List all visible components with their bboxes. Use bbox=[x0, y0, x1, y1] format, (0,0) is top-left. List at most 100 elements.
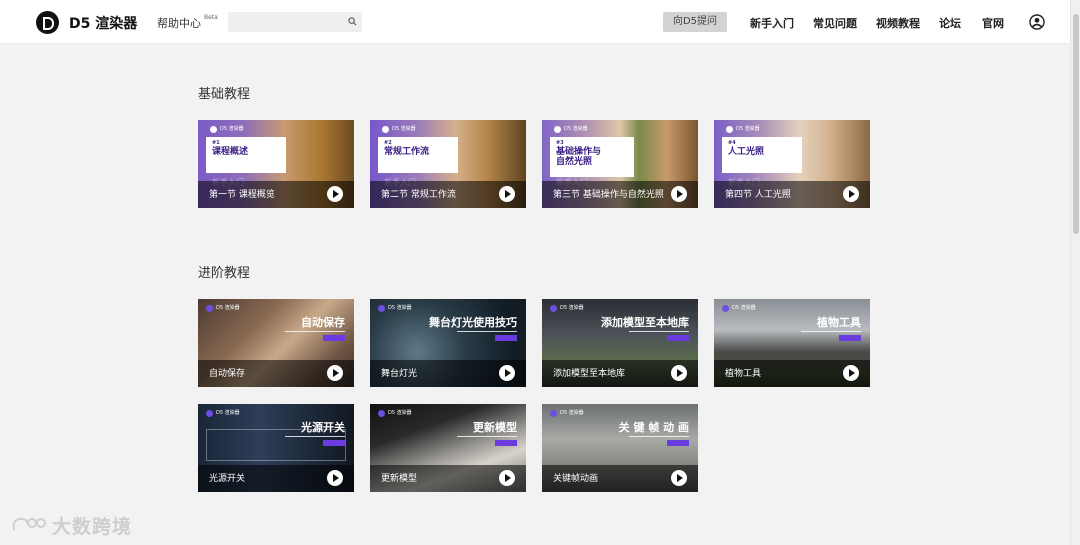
card-number: #4 bbox=[728, 140, 736, 146]
beta-badge: Beta bbox=[204, 14, 218, 21]
nav-video-tutorials[interactable]: 视频教程 bbox=[876, 15, 920, 31]
card-number: #3 bbox=[556, 140, 564, 146]
play-icon[interactable] bbox=[327, 470, 343, 486]
brand-name[interactable]: D5 渲染器 bbox=[69, 13, 137, 33]
basic-card-1[interactable]: D5 渲染器 #1 课程概述 新手入门 第一节 课程概览 bbox=[198, 120, 354, 208]
card-brand: D5 渲染器 bbox=[564, 126, 588, 132]
advanced-card-add-model[interactable]: D5 渲染器 添加模型至本地库 添加模型至本地库 bbox=[542, 299, 698, 387]
card-label: 舞台灯光 bbox=[381, 369, 418, 379]
basic-tutorials-heading: 基础教程 bbox=[198, 87, 251, 102]
user-icon[interactable] bbox=[1029, 14, 1045, 30]
card-tag bbox=[839, 335, 861, 341]
title-underline bbox=[457, 436, 517, 437]
card-label: 添加模型至本地库 bbox=[553, 369, 626, 379]
play-icon[interactable] bbox=[671, 470, 687, 486]
card-title: 植物工具 bbox=[817, 316, 861, 329]
card-brand: D5 渲染器 bbox=[388, 410, 412, 416]
card-label: 第四节 人工光照 bbox=[725, 190, 791, 200]
title-underline bbox=[629, 331, 689, 332]
title-underline bbox=[285, 331, 345, 332]
card-label: 更新模型 bbox=[381, 474, 418, 484]
card-label: 第三节 基础操作与自然光照 bbox=[553, 190, 664, 200]
d5-logo-icon bbox=[378, 410, 385, 417]
card-title: 自动保存 bbox=[301, 316, 345, 329]
play-icon[interactable] bbox=[499, 365, 515, 381]
scrollbar-thumb[interactable] bbox=[1073, 14, 1079, 234]
basic-card-4[interactable]: D5 渲染器 #4 人工光照 新手入门 第四节 人工光照 bbox=[714, 120, 870, 208]
card-title-panel: #2 常规工作流 bbox=[378, 137, 458, 173]
card-brand: D5 渲染器 bbox=[216, 410, 240, 416]
card-tag bbox=[495, 335, 517, 341]
d5-logo-icon bbox=[550, 410, 557, 417]
play-icon[interactable] bbox=[671, 365, 687, 381]
advanced-card-update-model[interactable]: D5 渲染器 更新模型 更新模型 bbox=[370, 404, 526, 492]
card-title: 人工光照 bbox=[728, 147, 765, 157]
advanced-card-stage-lighting[interactable]: D5 渲染器 舞台灯光使用技巧 舞台灯光 bbox=[370, 299, 526, 387]
card-tag bbox=[667, 335, 689, 341]
card-tag bbox=[495, 440, 517, 446]
card-brand: D5 渲染器 bbox=[736, 126, 760, 132]
d5-logo-icon bbox=[726, 126, 733, 133]
play-icon[interactable] bbox=[843, 186, 859, 202]
title-underline bbox=[457, 331, 517, 332]
nav-forum[interactable]: 论坛 bbox=[939, 15, 961, 31]
card-title-panel: #1 课程概述 bbox=[206, 137, 286, 173]
card-label: 光源开关 bbox=[209, 474, 246, 484]
search-input[interactable] bbox=[228, 12, 362, 32]
search-icon[interactable] bbox=[348, 17, 357, 26]
d5-logo-icon bbox=[206, 305, 213, 312]
advanced-tutorials-heading: 进阶教程 bbox=[198, 266, 251, 281]
advanced-card-autosave[interactable]: D5 渲染器 自动保存 自动保存 bbox=[198, 299, 354, 387]
card-title: 课程概述 bbox=[212, 147, 249, 157]
d5-logo-icon[interactable] bbox=[36, 11, 59, 34]
top-header: D5 渲染器 帮助中心 Beta 向D5提问 新手入门 常见问题 视频教程 论坛… bbox=[0, 0, 1070, 44]
page-scrollbar[interactable] bbox=[1070, 0, 1080, 545]
play-icon[interactable] bbox=[843, 365, 859, 381]
card-brand: D5 渲染器 bbox=[388, 305, 412, 311]
d5-logo-icon bbox=[554, 126, 561, 133]
d5-logo-icon bbox=[382, 126, 389, 133]
nav-beginner[interactable]: 新手入门 bbox=[750, 15, 794, 31]
advanced-card-light-switch[interactable]: D5 渲染器 光源开关 光源开关 bbox=[198, 404, 354, 492]
card-title: 关 键 帧 动 画 bbox=[618, 421, 689, 434]
card-title: 基础操作与自然光照 bbox=[556, 147, 602, 167]
title-underline bbox=[801, 331, 861, 332]
ask-d5-button[interactable]: 向D5提问 bbox=[663, 12, 727, 32]
card-number: #2 bbox=[384, 140, 392, 146]
play-icon[interactable] bbox=[327, 365, 343, 381]
watermark-logo-icon bbox=[12, 517, 46, 531]
title-underline bbox=[629, 436, 689, 437]
d5-logo-icon bbox=[210, 126, 217, 133]
advanced-card-plant-tool[interactable]: D5 渲染器 植物工具 植物工具 bbox=[714, 299, 870, 387]
play-icon[interactable] bbox=[671, 186, 687, 202]
card-number: #1 bbox=[212, 140, 220, 146]
card-label: 关键帧动画 bbox=[553, 474, 599, 484]
card-label: 第二节 常规工作流 bbox=[381, 190, 456, 200]
card-tag bbox=[323, 335, 345, 341]
help-center-link[interactable]: 帮助中心 bbox=[157, 15, 201, 31]
card-brand: D5 渲染器 bbox=[560, 410, 584, 416]
play-icon[interactable] bbox=[499, 186, 515, 202]
play-icon[interactable] bbox=[499, 470, 515, 486]
card-title-panel: #4 人工光照 bbox=[722, 137, 802, 173]
card-label: 自动保存 bbox=[209, 369, 246, 379]
card-label: 植物工具 bbox=[725, 369, 762, 379]
d5-logo-icon bbox=[206, 410, 213, 417]
card-brand: D5 渲染器 bbox=[560, 305, 584, 311]
card-tag bbox=[667, 440, 689, 446]
card-title: 舞台灯光使用技巧 bbox=[429, 316, 517, 329]
nav-faq[interactable]: 常见问题 bbox=[813, 15, 857, 31]
advanced-card-keyframe-animation[interactable]: D5 渲染器 关 键 帧 动 画 关键帧动画 bbox=[542, 404, 698, 492]
card-frame bbox=[206, 429, 346, 461]
basic-card-3[interactable]: D5 渲染器 #3 基础操作与自然光照 新手入门 第三节 基础操作与自然光照 bbox=[542, 120, 698, 208]
card-label: 第一节 课程概览 bbox=[209, 190, 275, 200]
nav-official-site[interactable]: 官网 bbox=[982, 15, 1004, 31]
card-brand: D5 渲染器 bbox=[732, 305, 756, 311]
d5-logo-icon bbox=[550, 305, 557, 312]
card-brand: D5 渲染器 bbox=[220, 126, 244, 132]
basic-card-2[interactable]: D5 渲染器 #2 常规工作流 新手入门 第二节 常规工作流 bbox=[370, 120, 526, 208]
card-brand: D5 渲染器 bbox=[216, 305, 240, 311]
d5-logo-icon bbox=[378, 305, 385, 312]
play-icon[interactable] bbox=[327, 186, 343, 202]
card-brand: D5 渲染器 bbox=[392, 126, 416, 132]
